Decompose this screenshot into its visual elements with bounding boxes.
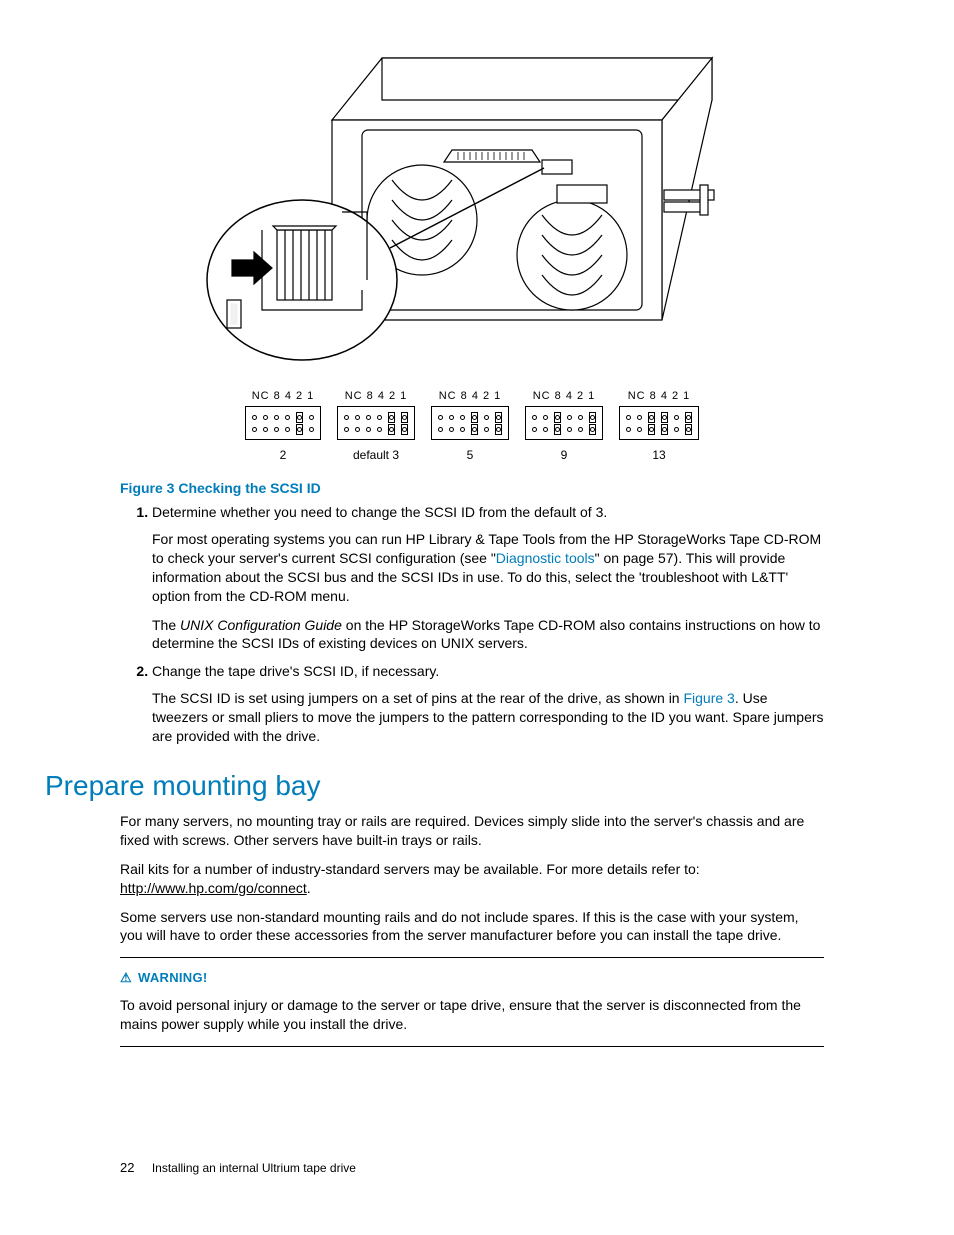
procedure-list: Determine whether you need to change the… [130, 504, 824, 746]
step-1: Determine whether you need to change the… [152, 504, 824, 653]
warning-icon: ⚠ [120, 970, 132, 986]
jumper-label-3: default 3 [337, 448, 415, 462]
footer-title: Installing an internal Ultrium tape driv… [152, 1161, 356, 1175]
section-heading: Prepare mounting bay [45, 770, 824, 802]
jumper-header: NC 8 4 2 1 [619, 390, 699, 402]
figure-3-link[interactable]: Figure 3 [683, 690, 734, 706]
page-footer: 22 Installing an internal Ultrium tape d… [120, 1160, 356, 1175]
jumper-config-row: NC 8 4 2 1 2 NC 8 4 2 1 default 3 NC 8 4… [120, 390, 824, 462]
section-p2b: . [307, 880, 311, 896]
warning-rule-bottom [120, 1046, 824, 1047]
step-1-lead: Determine whether you need to change the… [152, 504, 607, 520]
step-2: Change the tape drive's SCSI ID, if nece… [152, 663, 824, 746]
jumper-block-13: NC 8 4 2 1 13 [619, 390, 699, 462]
warning-label: WARNING! [138, 970, 208, 985]
section-p3: Some servers use non-standard mounting r… [120, 908, 824, 946]
step-2-lead: Change the tape drive's SCSI ID, if nece… [152, 663, 439, 679]
section-p2a: Rail kits for a number of industry-stand… [120, 861, 700, 877]
diagnostic-tools-link[interactable]: Diagnostic tools [496, 550, 595, 566]
figure-caption: Figure 3 Checking the SCSI ID [120, 480, 824, 496]
step-2-p1a: The SCSI ID is set using jumpers on a se… [152, 690, 683, 706]
page-number: 22 [120, 1160, 134, 1175]
jumper-block-5: NC 8 4 2 1 5 [431, 390, 509, 462]
jumper-block-9: NC 8 4 2 1 9 [525, 390, 603, 462]
step-1-p2a: The [152, 617, 180, 633]
jumper-header: NC 8 4 2 1 [525, 390, 603, 402]
jumper-block-2: NC 8 4 2 1 2 [245, 390, 321, 462]
section-p1: For many servers, no mounting tray or ra… [120, 812, 824, 850]
warning-rule-top [120, 957, 824, 958]
unix-guide-title: UNIX Configuration Guide [180, 617, 342, 633]
warning-heading: ⚠ WARNING! [120, 970, 824, 986]
jumper-label-2: 2 [245, 448, 321, 462]
hp-connect-link[interactable]: http://www.hp.com/go/connect [120, 880, 307, 896]
jumper-label-9: 9 [525, 448, 603, 462]
jumper-header: NC 8 4 2 1 [431, 390, 509, 402]
jumper-label-13: 13 [619, 448, 699, 462]
jumper-header: NC 8 4 2 1 [245, 390, 321, 402]
tape-drive-diagram [192, 30, 752, 370]
warning-text: To avoid personal injury or damage to th… [120, 996, 824, 1034]
figure-3-illustration [192, 30, 752, 370]
jumper-block-3: NC 8 4 2 1 default 3 [337, 390, 415, 462]
jumper-header: NC 8 4 2 1 [337, 390, 415, 402]
section-body: For many servers, no mounting tray or ra… [120, 812, 824, 1047]
jumper-label-5: 5 [431, 448, 509, 462]
